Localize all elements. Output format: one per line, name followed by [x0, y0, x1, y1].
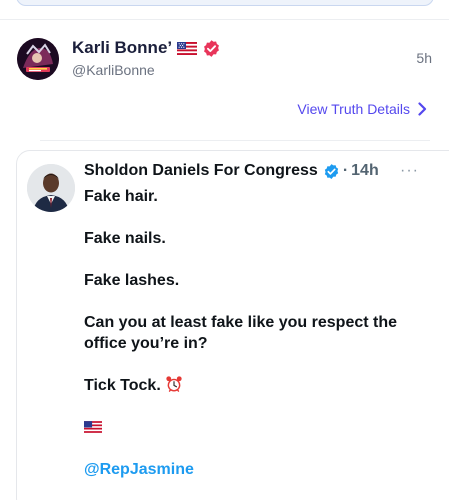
tick-tock-text: Tick Tock. [84, 377, 161, 394]
chevron-right-icon [418, 102, 427, 116]
avatar[interactable] [17, 38, 59, 80]
red-verified-badge-icon [202, 39, 221, 58]
mention-link[interactable]: @RepJasmine [84, 459, 424, 480]
embedded-post-body: Fake hair. Fake nails. Fake lashes. Can … [84, 186, 424, 480]
post-text-line: Fake hair. [84, 188, 158, 205]
flag-line [84, 417, 424, 438]
post-text-line: Fake nails. [84, 230, 166, 247]
truth-page: Karli Bonne’ @KarliBonne 5h View Truth D… [0, 0, 449, 500]
more-options-icon[interactable]: ··· [400, 163, 419, 179]
embedded-post-timestamp: 14h [351, 162, 379, 179]
post-timestamp: 5h [416, 50, 432, 66]
embedded-post-header: Sholdon Daniels For Congress · 14h [84, 162, 379, 180]
divider [0, 19, 449, 20]
divider [40, 140, 430, 141]
post-text-line: Tick Tock. [84, 375, 424, 396]
author-name[interactable]: Karli Bonne’ [72, 38, 172, 58]
alarm-clock-icon [165, 375, 183, 393]
blue-verified-badge-icon [323, 163, 340, 180]
view-truth-details-label: View Truth Details [297, 101, 410, 117]
embedded-author-name[interactable]: Sholdon Daniels For Congress [84, 162, 318, 180]
author-handle[interactable]: @KarliBonne [72, 62, 155, 78]
view-truth-details-link[interactable]: View Truth Details [297, 101, 427, 117]
separator-dot: · [342, 162, 349, 179]
us-flag-icon [177, 41, 198, 55]
top-input-bar[interactable] [16, 0, 434, 6]
us-flag-icon [84, 418, 102, 433]
post-text-line: Can you at least fake like you respect t… [84, 314, 398, 352]
post-text-line: Fake lashes. [84, 272, 180, 289]
author-name-row: Karli Bonne’ [72, 38, 221, 58]
embedded-author-avatar[interactable] [27, 164, 75, 212]
